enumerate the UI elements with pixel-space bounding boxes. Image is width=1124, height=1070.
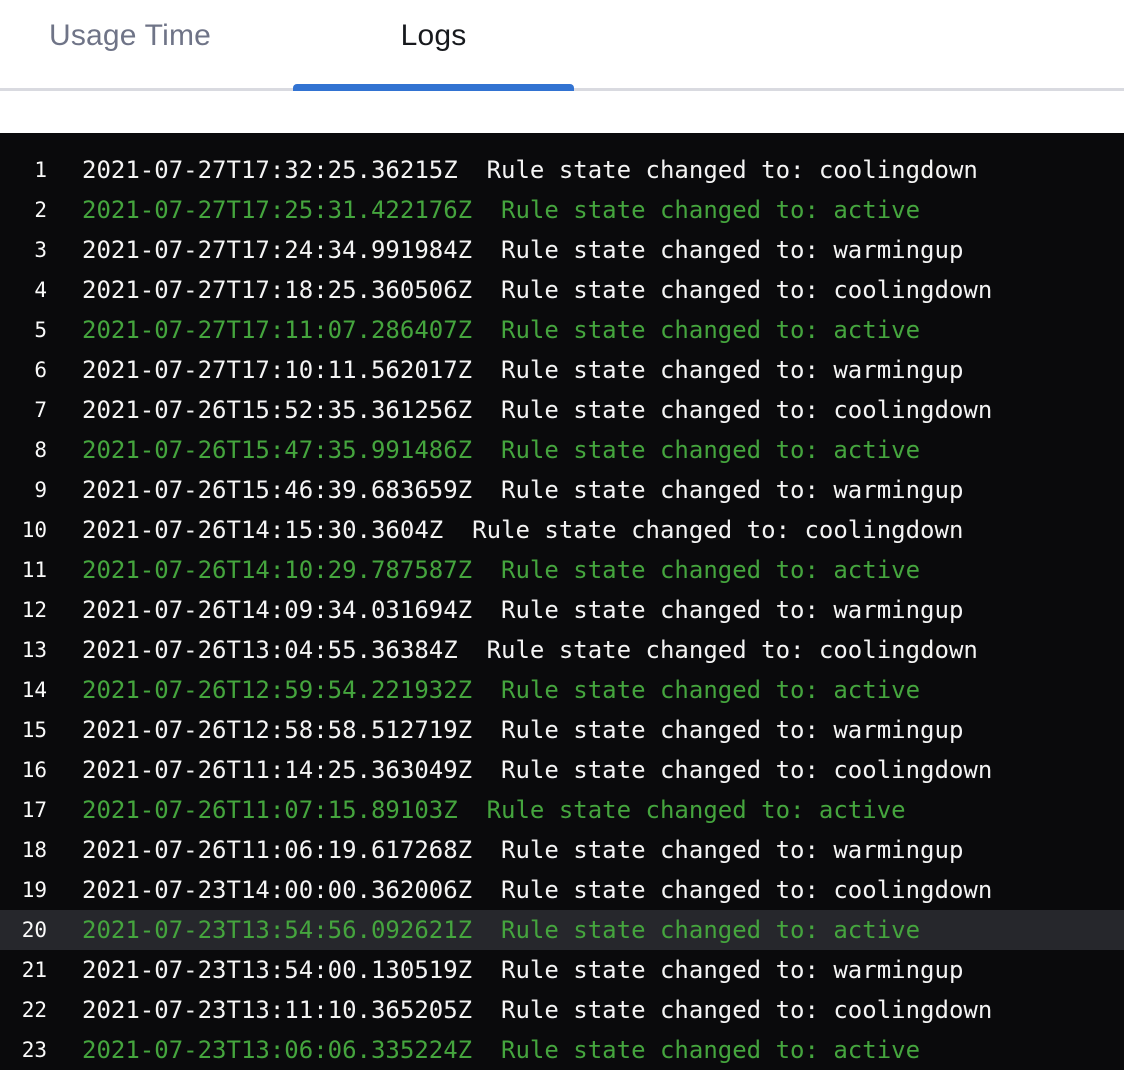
log-line-number: 22 xyxy=(0,990,47,1030)
log-line-text: 2021-07-26T13:04:55.36384Z Rule state ch… xyxy=(82,630,978,670)
log-line[interactable]: 22 2021-07-23T13:11:10.365205Z Rule stat… xyxy=(0,990,1124,1030)
log-line-text: 2021-07-26T11:14:25.363049Z Rule state c… xyxy=(82,750,992,790)
log-line-number: 6 xyxy=(0,350,47,390)
log-line-number: 14 xyxy=(0,670,47,710)
log-line[interactable]: 13 2021-07-26T13:04:55.36384Z Rule state… xyxy=(0,630,1124,670)
log-line-text: 2021-07-27T17:24:34.991984Z Rule state c… xyxy=(82,230,963,270)
log-line-number: 5 xyxy=(0,310,47,350)
log-line[interactable]: 3 2021-07-27T17:24:34.991984Z Rule state… xyxy=(0,230,1124,270)
log-line-number: 18 xyxy=(0,830,47,870)
log-line[interactable]: 11 2021-07-26T14:10:29.787587Z Rule stat… xyxy=(0,550,1124,590)
log-line-text: 2021-07-27T17:18:25.360506Z Rule state c… xyxy=(82,270,992,310)
log-line-number: 23 xyxy=(0,1030,47,1070)
log-line-number: 7 xyxy=(0,390,47,430)
log-line-number: 1 xyxy=(0,150,47,190)
log-line-number: 3 xyxy=(0,230,47,270)
log-line-text: 2021-07-23T13:54:00.130519Z Rule state c… xyxy=(82,950,963,990)
log-line[interactable]: 14 2021-07-26T12:59:54.221932Z Rule stat… xyxy=(0,670,1124,710)
log-line[interactable]: 5 2021-07-27T17:11:07.286407Z Rule state… xyxy=(0,310,1124,350)
log-line-text: 2021-07-27T17:11:07.286407Z Rule state c… xyxy=(82,310,920,350)
log-line[interactable]: 2 2021-07-27T17:25:31.422176Z Rule state… xyxy=(0,190,1124,230)
log-line[interactable]: 9 2021-07-26T15:46:39.683659Z Rule state… xyxy=(0,470,1124,510)
log-line[interactable]: 16 2021-07-26T11:14:25.363049Z Rule stat… xyxy=(0,750,1124,790)
log-line-number: 10 xyxy=(0,510,47,550)
log-line-number: 19 xyxy=(0,870,47,910)
log-line-text: 2021-07-26T12:59:54.221932Z Rule state c… xyxy=(82,670,920,710)
log-line-text: 2021-07-27T17:32:25.36215Z Rule state ch… xyxy=(82,150,978,190)
log-line-text: 2021-07-27T17:10:11.562017Z Rule state c… xyxy=(82,350,963,390)
log-line-text: 2021-07-26T15:47:35.991486Z Rule state c… xyxy=(82,430,920,470)
log-line-text: 2021-07-26T14:10:29.787587Z Rule state c… xyxy=(82,550,920,590)
log-line[interactable]: 15 2021-07-26T12:58:58.512719Z Rule stat… xyxy=(0,710,1124,750)
log-line-text: 2021-07-26T12:58:58.512719Z Rule state c… xyxy=(82,710,963,750)
active-tab-indicator xyxy=(293,84,574,91)
tab-bar: Usage Time Logs xyxy=(0,0,1124,91)
log-line[interactable]: 6 2021-07-27T17:10:11.562017Z Rule state… xyxy=(0,350,1124,390)
log-line-text: 2021-07-26T11:07:15.89103Z Rule state ch… xyxy=(82,790,906,830)
tab-logs[interactable]: Logs xyxy=(293,0,574,85)
log-line-text: 2021-07-23T13:54:56.092621Z Rule state c… xyxy=(82,910,920,950)
log-line[interactable]: 4 2021-07-27T17:18:25.360506Z Rule state… xyxy=(0,270,1124,310)
log-line-number: 21 xyxy=(0,950,47,990)
tab-logs-label: Logs xyxy=(401,19,467,53)
tab-usage-time[interactable]: Usage Time xyxy=(0,0,260,85)
log-line-text: 2021-07-23T13:11:10.365205Z Rule state c… xyxy=(82,990,992,1030)
log-line[interactable]: 19 2021-07-23T14:00:00.362006Z Rule stat… xyxy=(0,870,1124,910)
log-line-text: 2021-07-26T14:15:30.3604Z Rule state cha… xyxy=(82,510,963,550)
log-line-text: 2021-07-23T13:06:06.335224Z Rule state c… xyxy=(82,1030,920,1070)
log-line[interactable]: 23 2021-07-23T13:06:06.335224Z Rule stat… xyxy=(0,1030,1124,1070)
log-line-number: 4 xyxy=(0,270,47,310)
log-panel[interactable]: 1 2021-07-27T17:32:25.36215Z Rule state … xyxy=(0,133,1124,1070)
log-line[interactable]: 20 2021-07-23T13:54:56.092621Z Rule stat… xyxy=(0,910,1124,950)
log-line[interactable]: 18 2021-07-26T11:06:19.617268Z Rule stat… xyxy=(0,830,1124,870)
log-line-text: 2021-07-23T14:00:00.362006Z Rule state c… xyxy=(82,870,992,910)
log-line[interactable]: 7 2021-07-26T15:52:35.361256Z Rule state… xyxy=(0,390,1124,430)
log-line-number: 8 xyxy=(0,430,47,470)
log-line[interactable]: 21 2021-07-23T13:54:00.130519Z Rule stat… xyxy=(0,950,1124,990)
log-line-text: 2021-07-26T14:09:34.031694Z Rule state c… xyxy=(82,590,963,630)
log-line[interactable]: 1 2021-07-27T17:32:25.36215Z Rule state … xyxy=(0,150,1124,190)
log-line-number: 9 xyxy=(0,470,47,510)
log-line-number: 20 xyxy=(0,910,47,950)
log-line[interactable]: 10 2021-07-26T14:15:30.3604Z Rule state … xyxy=(0,510,1124,550)
log-line[interactable]: 12 2021-07-26T14:09:34.031694Z Rule stat… xyxy=(0,590,1124,630)
log-line-number: 15 xyxy=(0,710,47,750)
log-line[interactable]: 17 2021-07-26T11:07:15.89103Z Rule state… xyxy=(0,790,1124,830)
log-line-number: 11 xyxy=(0,550,47,590)
log-line-number: 13 xyxy=(0,630,47,670)
log-line-text: 2021-07-26T11:06:19.617268Z Rule state c… xyxy=(82,830,963,870)
tabbar-panel-gap xyxy=(0,91,1124,133)
log-line-number: 12 xyxy=(0,590,47,630)
log-line[interactable]: 8 2021-07-26T15:47:35.991486Z Rule state… xyxy=(0,430,1124,470)
log-line-number: 16 xyxy=(0,750,47,790)
tab-usage-time-label: Usage Time xyxy=(49,19,211,53)
log-line-text: 2021-07-26T15:52:35.361256Z Rule state c… xyxy=(82,390,992,430)
log-line-number: 17 xyxy=(0,790,47,830)
log-line-text: 2021-07-27T17:25:31.422176Z Rule state c… xyxy=(82,190,920,230)
log-line-number: 2 xyxy=(0,190,47,230)
log-line-text: 2021-07-26T15:46:39.683659Z Rule state c… xyxy=(82,470,963,510)
